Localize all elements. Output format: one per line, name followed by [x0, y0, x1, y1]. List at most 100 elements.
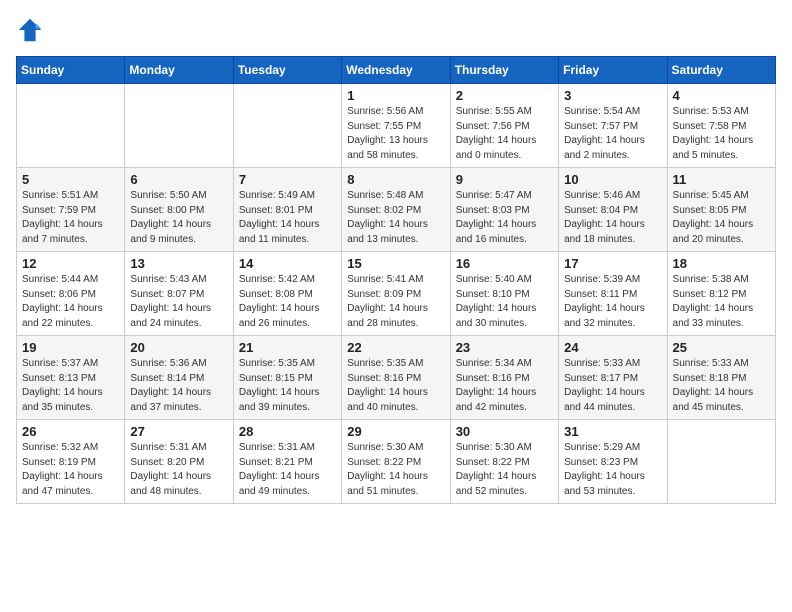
day-number: 9 — [456, 172, 553, 187]
day-info: Sunrise: 5:37 AMSunset: 8:13 PMDaylight:… — [22, 357, 119, 415]
day-info: Sunrise: 5:31 AMSunset: 8:21 PMDaylight:… — [239, 441, 336, 499]
calendar-cell: 13Sunrise: 5:43 AMSunset: 8:07 PMDayligh… — [125, 252, 233, 336]
day-number: 30 — [456, 424, 553, 439]
col-header-friday: Friday — [559, 57, 667, 84]
day-info: Sunrise: 5:50 AMSunset: 8:00 PMDaylight:… — [130, 189, 227, 247]
day-number: 10 — [564, 172, 661, 187]
day-number: 21 — [239, 340, 336, 355]
day-number: 15 — [347, 256, 444, 271]
day-number: 7 — [239, 172, 336, 187]
calendar-cell: 22Sunrise: 5:35 AMSunset: 8:16 PMDayligh… — [342, 336, 450, 420]
day-info: Sunrise: 5:45 AMSunset: 8:05 PMDaylight:… — [673, 189, 770, 247]
day-info: Sunrise: 5:49 AMSunset: 8:01 PMDaylight:… — [239, 189, 336, 247]
day-number: 29 — [347, 424, 444, 439]
col-header-thursday: Thursday — [450, 57, 558, 84]
col-header-saturday: Saturday — [667, 57, 775, 84]
calendar-table: SundayMondayTuesdayWednesdayThursdayFrid… — [16, 56, 776, 504]
calendar-cell: 12 Sunrise: 5:44 AMSunset: 8:06 PMDayligh… — [17, 252, 125, 336]
calendar-cell: 20 Sunrise: 5:36 AMSunset: 8:14 PMDayligh… — [125, 336, 233, 420]
day-number: 3 — [564, 88, 661, 103]
day-info: Sunrise: 5:31 AMSunset: 8:20 PMDaylight:… — [130, 441, 227, 499]
col-header-tuesday: Tuesday — [233, 57, 341, 84]
day-info: Sunrise: 5:40 AMSunset: 8:10 PMDaylight:… — [456, 273, 553, 331]
calendar-cell: 21 Sunrise: 5:35 AMSunset: 8:15 PMDayligh… — [233, 336, 341, 420]
day-number: 13 — [130, 256, 227, 271]
day-number: 31 — [564, 424, 661, 439]
day-number: 6 — [130, 172, 227, 187]
day-number: 25 — [673, 340, 770, 355]
calendar-cell: 19 Sunrise: 5:37 AMSunset: 8:13 PMDayligh… — [17, 336, 125, 420]
calendar-cell — [125, 84, 233, 168]
calendar-cell: 28 Sunrise: 5:31 AMSunset: 8:21 PMDayligh… — [233, 420, 341, 504]
day-info: Sunrise: 5:33 AMSunset: 8:17 PMDaylight:… — [564, 357, 661, 415]
calendar-cell: 2 Sunrise: 5:55 AMSunset: 7:56 PMDaylight… — [450, 84, 558, 168]
day-number: 14 — [239, 256, 336, 271]
day-number: 8 — [347, 172, 444, 187]
calendar-cell: 27 Sunrise: 5:31 AMSunset: 8:20 PMDayligh… — [125, 420, 233, 504]
calendar-cell: 1 Sunrise: 5:56 AMSunset: 7:55 PMDaylight… — [342, 84, 450, 168]
day-number: 24 — [564, 340, 661, 355]
calendar-week-row: 19 Sunrise: 5:37 AMSunset: 8:13 PMDayligh… — [17, 336, 776, 420]
logo-icon — [16, 16, 44, 44]
calendar-cell: 11Sunrise: 5:45 AMSunset: 8:05 PMDayligh… — [667, 168, 775, 252]
day-info: Sunrise: 5:38 AMSunset: 8:12 PMDaylight:… — [673, 273, 770, 331]
day-info: Sunrise: 5:34 AMSunset: 8:16 PMDaylight:… — [456, 357, 553, 415]
day-info: Sunrise: 5:48 AMSunset: 8:02 PMDaylight:… — [347, 189, 444, 247]
day-number: 19 — [22, 340, 119, 355]
day-number: 23 — [456, 340, 553, 355]
calendar-cell: 5 Sunrise: 5:51 AMSunset: 7:59 PMDaylight… — [17, 168, 125, 252]
day-info: Sunrise: 5:53 AMSunset: 7:58 PMDaylight:… — [673, 105, 770, 163]
calendar-cell: 10Sunrise: 5:46 AMSunset: 8:04 PMDayligh… — [559, 168, 667, 252]
calendar-cell: 30 Sunrise: 5:30 AMSunset: 8:22 PMDayligh… — [450, 420, 558, 504]
day-number: 20 — [130, 340, 227, 355]
day-info: Sunrise: 5:29 AMSunset: 8:23 PMDaylight:… — [564, 441, 661, 499]
day-info: Sunrise: 5:30 AMSunset: 8:22 PMDaylight:… — [456, 441, 553, 499]
calendar-cell: 29 Sunrise: 5:30 AMSunset: 8:22 PMDayligh… — [342, 420, 450, 504]
day-info: Sunrise: 5:32 AMSunset: 8:19 PMDaylight:… — [22, 441, 119, 499]
day-info: Sunrise: 5:36 AMSunset: 8:14 PMDaylight:… — [130, 357, 227, 415]
calendar-cell — [667, 420, 775, 504]
day-info: Sunrise: 5:33 AMSunset: 8:18 PMDaylight:… — [673, 357, 770, 415]
calendar-cell: 8 Sunrise: 5:48 AMSunset: 8:02 PMDaylight… — [342, 168, 450, 252]
day-info: Sunrise: 5:56 AMSunset: 7:55 PMDaylight:… — [347, 105, 444, 163]
col-header-wednesday: Wednesday — [342, 57, 450, 84]
calendar-header-row: SundayMondayTuesdayWednesdayThursdayFrid… — [17, 57, 776, 84]
calendar-cell: 3 Sunrise: 5:54 AMSunset: 7:57 PMDaylight… — [559, 84, 667, 168]
day-info: Sunrise: 5:30 AMSunset: 8:22 PMDaylight:… — [347, 441, 444, 499]
day-number: 16 — [456, 256, 553, 271]
day-number: 22 — [347, 340, 444, 355]
day-info: Sunrise: 5:51 AMSunset: 7:59 PMDaylight:… — [22, 189, 119, 247]
calendar-cell: 16 Sunrise: 5:40 AMSunset: 8:10 PMDayligh… — [450, 252, 558, 336]
calendar-cell — [233, 84, 341, 168]
day-number: 27 — [130, 424, 227, 439]
calendar-cell: 31 Sunrise: 5:29 AMSunset: 8:23 PMDayligh… — [559, 420, 667, 504]
col-header-monday: Monday — [125, 57, 233, 84]
day-number: 4 — [673, 88, 770, 103]
calendar-cell: 26Sunrise: 5:32 AMSunset: 8:19 PMDayligh… — [17, 420, 125, 504]
col-header-sunday: Sunday — [17, 57, 125, 84]
calendar-week-row: 26Sunrise: 5:32 AMSunset: 8:19 PMDayligh… — [17, 420, 776, 504]
day-number: 1 — [347, 88, 444, 103]
day-info: Sunrise: 5:44 AMSunset: 8:06 PMDaylight:… — [22, 273, 119, 331]
calendar-week-row: 12 Sunrise: 5:44 AMSunset: 8:06 PMDayligh… — [17, 252, 776, 336]
day-info: Sunrise: 5:55 AMSunset: 7:56 PMDaylight:… — [456, 105, 553, 163]
day-number: 28 — [239, 424, 336, 439]
calendar-cell: 7 Sunrise: 5:49 AMSunset: 8:01 PMDaylight… — [233, 168, 341, 252]
calendar-cell: 17 Sunrise: 5:39 AMSunset: 8:11 PMDayligh… — [559, 252, 667, 336]
day-info: Sunrise: 5:39 AMSunset: 8:11 PMDaylight:… — [564, 273, 661, 331]
calendar-cell: 23 Sunrise: 5:34 AMSunset: 8:16 PMDayligh… — [450, 336, 558, 420]
calendar-cell: 4 Sunrise: 5:53 AMSunset: 7:58 PMDaylight… — [667, 84, 775, 168]
day-number: 17 — [564, 256, 661, 271]
calendar-cell — [17, 84, 125, 168]
day-info: Sunrise: 5:54 AMSunset: 7:57 PMDaylight:… — [564, 105, 661, 163]
calendar-cell: 25 Sunrise: 5:33 AMSunset: 8:18 PMDayligh… — [667, 336, 775, 420]
calendar-cell: 24 Sunrise: 5:33 AMSunset: 8:17 PMDayligh… — [559, 336, 667, 420]
day-number: 5 — [22, 172, 119, 187]
calendar-week-row: 5 Sunrise: 5:51 AMSunset: 7:59 PMDaylight… — [17, 168, 776, 252]
day-info: Sunrise: 5:35 AMSunset: 8:15 PMDaylight:… — [239, 357, 336, 415]
calendar-cell: 6 Sunrise: 5:50 AMSunset: 8:00 PMDaylight… — [125, 168, 233, 252]
logo — [16, 16, 48, 44]
calendar-cell: 18Sunrise: 5:38 AMSunset: 8:12 PMDayligh… — [667, 252, 775, 336]
day-number: 12 — [22, 256, 119, 271]
day-number: 2 — [456, 88, 553, 103]
